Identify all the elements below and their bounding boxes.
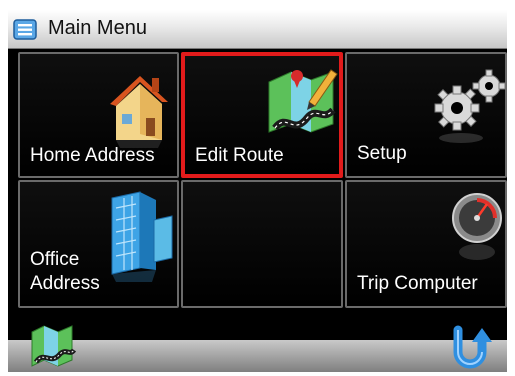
map-icon[interactable] [30, 322, 76, 370]
window-title: Main Menu [48, 17, 147, 39]
office-address-label-line1: Office [30, 249, 80, 270]
setup-label: Setup [357, 143, 407, 164]
title-bar: Main Menu [8, 10, 507, 49]
office-address-label-line2: Address [30, 273, 100, 294]
menu-list-icon [13, 19, 37, 40]
office-address-button[interactable]: Office Address [18, 180, 179, 308]
home-address-button[interactable]: Home Address [18, 52, 179, 178]
nav-device-screen: Main Menu Home Address Edit Route Setup … [8, 10, 507, 372]
back-arrow-icon[interactable] [448, 324, 492, 370]
trip-computer-label: Trip Computer [357, 273, 478, 294]
bottom-bar-strip [8, 340, 507, 372]
house-icon [110, 76, 168, 148]
speedometer-icon [452, 193, 502, 260]
edit-route-button[interactable]: Edit Route [181, 52, 343, 178]
screen-frame: Main Menu Home Address Edit Route Setup … [0, 0, 515, 376]
trip-computer-button[interactable]: Trip Computer [345, 180, 507, 308]
gears-icon [434, 69, 506, 143]
office-building-icon [111, 191, 173, 282]
setup-button[interactable]: Setup [345, 52, 507, 178]
empty-tile [181, 180, 343, 308]
home-address-label: Home Address [30, 145, 155, 166]
edit-route-label: Edit Route [195, 145, 284, 166]
map-pen-icon [268, 69, 338, 133]
